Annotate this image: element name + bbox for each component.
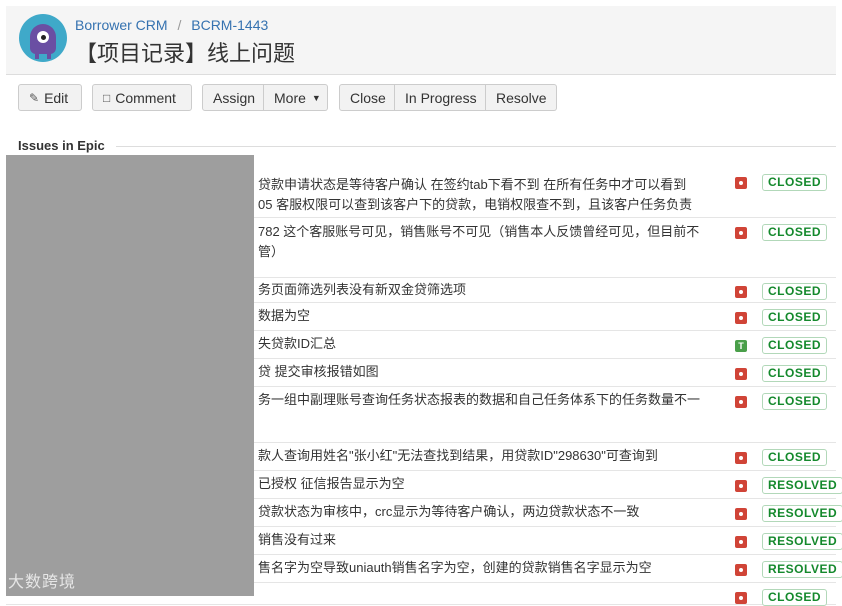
status-badge: CLOSED	[762, 337, 828, 354]
edit-button-label: Edit	[44, 89, 69, 106]
pencil-icon: ✎	[29, 90, 40, 105]
comment-icon: □	[103, 90, 111, 105]
more-button-label: More	[274, 89, 306, 106]
assign-more-group: Assign More ▼	[202, 84, 328, 113]
redaction-block	[6, 155, 254, 596]
bug-type-icon	[735, 480, 747, 492]
bug-type-icon	[735, 286, 747, 298]
issue-summary-link[interactable]: 销售没有过来	[258, 530, 726, 550]
issue-summary-link[interactable]: 务一组中副理账号查询任务状态报表的数据和自己任务体系下的任务数量不一	[258, 390, 726, 410]
status-badge: CLOSED	[762, 224, 828, 241]
bug-type-icon	[735, 508, 747, 520]
issue-summary-link[interactable]: 贷款申请状态是等待客户确认 在签约tab下看不到 在所有任务中才可以看到 05 …	[258, 175, 726, 215]
workflow-group: Close In Progress Resolve	[339, 84, 557, 113]
bug-type-icon	[735, 177, 747, 189]
status-badge: RESOLVED	[762, 561, 842, 578]
bug-type-icon	[735, 564, 747, 576]
bug-type-icon	[735, 368, 747, 380]
section-divider	[116, 146, 836, 147]
resolve-button[interactable]: Resolve	[486, 84, 557, 111]
issue-summary-link[interactable]: 数据为空	[258, 306, 726, 326]
issue-summary-link[interactable]: 失贷款ID汇总	[258, 334, 726, 354]
issue-header: Borrower CRM / BCRM-1443 【项目记录】线上问题	[6, 6, 836, 75]
status-badge: CLOSED	[762, 283, 828, 300]
breadcrumb-project-link[interactable]: Borrower CRM	[75, 17, 168, 33]
section-title: Issues in Epic	[18, 138, 105, 153]
in-progress-button[interactable]: In Progress	[395, 84, 486, 111]
status-badge: CLOSED	[762, 174, 828, 191]
status-badge: CLOSED	[762, 393, 828, 410]
breadcrumb: Borrower CRM / BCRM-1443	[75, 17, 268, 33]
issue-summary-link[interactable]: 贷 提交审核报错如图	[258, 362, 726, 382]
status-badge: CLOSED	[762, 589, 828, 606]
status-badge: CLOSED	[762, 449, 828, 466]
task-type-icon: T	[735, 340, 747, 352]
issue-summary-link[interactable]: 款人查询用姓名"张小红"无法查找到结果，用贷款ID"298630"可查询到	[258, 446, 726, 466]
issue-summary-link[interactable]: 已授权 征信报告显示为空	[258, 474, 726, 494]
watermark: 大数跨境	[8, 574, 77, 591]
status-badge: RESOLVED	[762, 477, 842, 494]
breadcrumb-separator: /	[177, 17, 182, 33]
close-button[interactable]: Close	[339, 84, 395, 111]
bug-type-icon	[735, 536, 747, 548]
bug-type-icon	[735, 227, 747, 239]
status-badge: RESOLVED	[762, 533, 842, 550]
issue-summary-link[interactable]: 售名字为空导致uniauth销售名字为空，创建的贷款销售名字显示为空	[258, 558, 726, 578]
toolbar: ✎ Edit	[18, 84, 82, 113]
breadcrumb-issue-link[interactable]: BCRM-1443	[191, 17, 268, 33]
bug-type-icon	[735, 452, 747, 464]
comment-button[interactable]: □ Comment	[92, 84, 192, 111]
project-avatar	[19, 14, 67, 62]
page-title: 【项目记录】线上问题	[75, 41, 296, 66]
issue-summary-link[interactable]: 贷款状态为审核中，crc显示为等待客户确认，两边贷款状态不一致	[258, 502, 726, 522]
bug-type-icon	[735, 396, 747, 408]
assign-button[interactable]: Assign	[202, 84, 264, 111]
issue-summary-link[interactable]: 782 这个客服账号可见，销售账号不可见（销售本人反馈曾经可见，但目前不 管）	[258, 222, 726, 262]
comment-button-label: Comment	[115, 89, 176, 106]
status-badge: CLOSED	[762, 309, 828, 326]
bug-type-icon	[735, 592, 747, 604]
edit-button[interactable]: ✎ Edit	[18, 84, 82, 111]
chevron-down-icon: ▼	[311, 92, 321, 103]
status-badge: CLOSED	[762, 365, 828, 382]
more-button[interactable]: More ▼	[264, 84, 328, 111]
bug-type-icon	[735, 312, 747, 324]
issue-summary-link[interactable]: 务页面筛选列表没有新双金贷筛选项	[258, 280, 726, 300]
status-badge: RESOLVED	[762, 505, 842, 522]
